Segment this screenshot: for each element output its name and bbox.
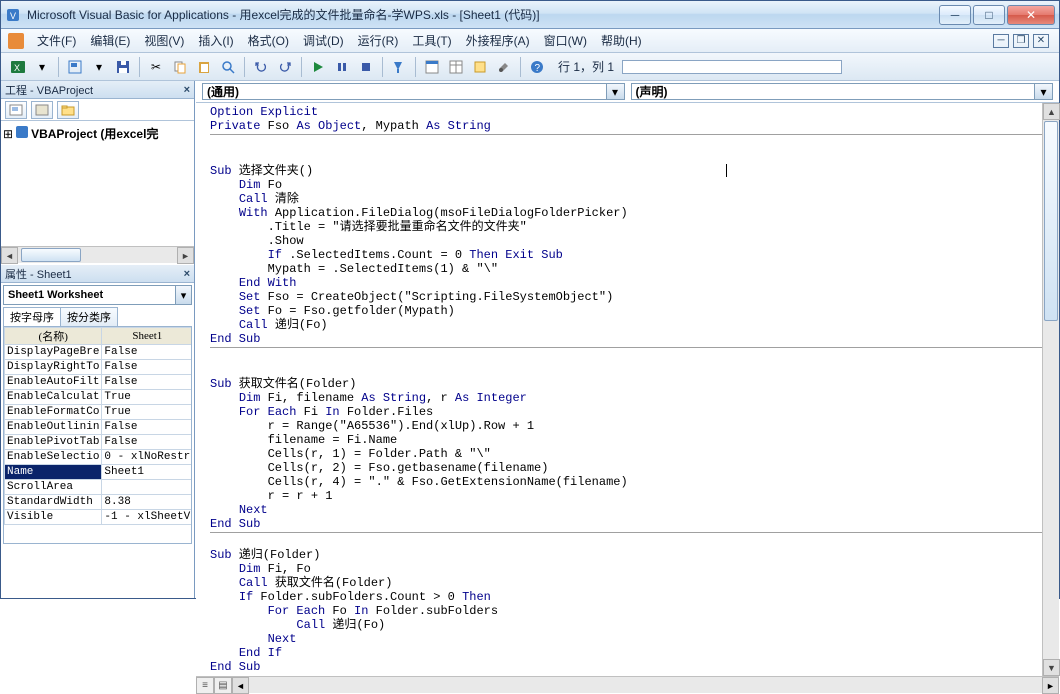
object-browser-icon[interactable]	[469, 56, 491, 78]
combo-arrow-icon[interactable]: ▾	[606, 84, 624, 99]
tree-expand-icon[interactable]: ⊞	[3, 127, 13, 141]
project-tree[interactable]: ⊞ VBAProject (用excel完	[1, 121, 194, 246]
property-grid[interactable]: (名称)Sheet1DisplayPageBreFalseDisplayRigh…	[3, 326, 192, 544]
reset-icon[interactable]	[355, 56, 377, 78]
procedure-combo-label: (声明)	[636, 83, 668, 100]
menu-view[interactable]: 视图(V)	[138, 30, 190, 51]
project-pane-close-button[interactable]: ×	[184, 84, 190, 96]
property-row[interactable]: EnableAutoFiltFalse	[5, 375, 193, 390]
progress-bar	[622, 60, 842, 74]
menu-tools[interactable]: 工具(T)	[406, 30, 457, 51]
project-root-label[interactable]: VBAProject (用excel完	[31, 125, 158, 142]
menu-help[interactable]: 帮助(H)	[595, 30, 648, 51]
editor-scroll-left-button[interactable]: ◄	[232, 677, 249, 694]
mdi-minimize-button[interactable]: ─	[993, 34, 1009, 48]
dropdown-arrow-icon[interactable]: ▾	[175, 286, 191, 304]
menu-window[interactable]: 窗口(W)	[538, 30, 593, 51]
object-combo[interactable]: (通用) ▾	[202, 83, 625, 100]
design-mode-icon[interactable]	[388, 56, 410, 78]
find-icon[interactable]	[217, 56, 239, 78]
editor-vscrollbar[interactable]: ▲ ▼	[1042, 103, 1059, 676]
project-pane-title: 工程 - VBAProject ×	[1, 81, 194, 99]
project-hscrollbar[interactable]: ◄ ►	[1, 246, 194, 263]
toggle-folders-button[interactable]	[57, 101, 79, 119]
project-pane-label: 工程 - VBAProject	[5, 82, 93, 98]
insert-module-icon[interactable]	[64, 56, 86, 78]
property-row[interactable]: DisplayPageBreFalse	[5, 345, 193, 360]
minimize-button[interactable]: ─	[939, 5, 971, 25]
mdi-close-button[interactable]: ✕	[1033, 34, 1049, 48]
vscroll-thumb[interactable]	[1044, 121, 1058, 321]
property-row[interactable]: EnableSelectio0 - xlNoRestr	[5, 450, 193, 465]
svg-text:?: ?	[535, 63, 541, 74]
mdi-restore-button[interactable]: ❐	[1013, 34, 1029, 48]
close-button[interactable]: ✕	[1007, 5, 1055, 25]
menu-file[interactable]: 文件(F)	[31, 30, 82, 51]
properties-pane-label: 属性 - Sheet1	[5, 266, 72, 282]
scroll-up-button[interactable]: ▲	[1043, 103, 1060, 120]
menu-debug[interactable]: 调试(D)	[297, 30, 350, 51]
procedure-view-button[interactable]: ≡	[196, 677, 214, 694]
app-icon: V	[5, 7, 21, 23]
property-row[interactable]: Visible-1 - xlSheetV	[5, 510, 193, 525]
dropdown2-icon[interactable]: ▾	[88, 56, 110, 78]
properties-pane-close-button[interactable]: ×	[184, 268, 190, 280]
menu-format[interactable]: 格式(O)	[242, 30, 295, 51]
procedure-combo[interactable]: (声明) ▾	[631, 83, 1054, 100]
editor-hscrollbar[interactable]: ≡ ▤ ◄ ►	[196, 676, 1059, 693]
menu-insert[interactable]: 插入(I)	[192, 30, 239, 51]
view-object-button[interactable]	[31, 101, 53, 119]
vba-project-icon	[15, 125, 29, 142]
cursor-position-label: 行 1，列 1	[558, 58, 614, 75]
toolbox-icon[interactable]	[493, 56, 515, 78]
maximize-button[interactable]: □	[973, 5, 1005, 25]
paste-icon[interactable]	[193, 56, 215, 78]
undo-icon[interactable]	[250, 56, 272, 78]
copy-icon[interactable]	[169, 56, 191, 78]
object-selector-label: Sheet1 Worksheet	[8, 289, 103, 301]
dropdown-icon[interactable]: ▾	[31, 56, 53, 78]
full-module-view-button[interactable]: ▤	[214, 677, 232, 694]
property-row[interactable]: EnablePivotTabFalse	[5, 435, 193, 450]
property-row[interactable]: NameSheet1	[5, 465, 193, 480]
properties-icon[interactable]	[445, 56, 467, 78]
scroll-left-button[interactable]: ◄	[1, 247, 18, 264]
menu-edit[interactable]: 编辑(E)	[84, 30, 136, 51]
redo-icon[interactable]	[274, 56, 296, 78]
property-row[interactable]: EnableFormatCoTrue	[5, 405, 193, 420]
tab-alphabetic[interactable]: 按字母序	[3, 307, 61, 326]
object-combo-label: (通用)	[207, 83, 239, 100]
titlebar: V Microsoft Visual Basic for Application…	[1, 1, 1059, 29]
property-row[interactable]: EnableOutlininFalse	[5, 420, 193, 435]
property-row[interactable]: DisplayRightToFalse	[5, 360, 193, 375]
project-explorer-icon[interactable]	[421, 56, 443, 78]
scroll-right-button[interactable]: ►	[177, 247, 194, 264]
object-selector[interactable]: Sheet1 Worksheet ▾	[3, 285, 192, 305]
svg-text:X: X	[14, 63, 20, 73]
property-row[interactable]: EnableCalculatTrue	[5, 390, 193, 405]
svg-text:V: V	[10, 11, 16, 21]
window-title: Microsoft Visual Basic for Applications …	[27, 6, 540, 23]
cut-icon[interactable]: ✂	[145, 56, 167, 78]
save-icon[interactable]	[112, 56, 134, 78]
view-code-button[interactable]	[5, 101, 27, 119]
property-row[interactable]: StandardWidth8.38	[5, 495, 193, 510]
tab-categorized[interactable]: 按分类序	[60, 307, 118, 326]
code-editor[interactable]: Option Explicit Private Fso As Object, M…	[196, 103, 1042, 676]
toolbar: X ▾ ▾ ✂ ? 行 1，列 1	[1, 53, 1059, 81]
property-row[interactable]: ScrollArea	[5, 480, 193, 495]
help-icon[interactable]: ?	[526, 56, 548, 78]
menu-addins[interactable]: 外接程序(A)	[460, 30, 536, 51]
run-icon[interactable]	[307, 56, 329, 78]
menubar: 文件(F) 编辑(E) 视图(V) 插入(I) 格式(O) 调试(D) 运行(R…	[1, 29, 1059, 53]
vba-icon	[7, 32, 25, 50]
scroll-thumb[interactable]	[21, 248, 81, 262]
break-icon[interactable]	[331, 56, 353, 78]
editor-scroll-right-button[interactable]: ►	[1042, 677, 1059, 694]
view-excel-icon[interactable]: X	[7, 56, 29, 78]
menu-run[interactable]: 运行(R)	[352, 30, 405, 51]
scroll-down-button[interactable]: ▼	[1043, 659, 1060, 676]
properties-pane-title: 属性 - Sheet1 ×	[1, 265, 194, 283]
combo-arrow-icon[interactable]: ▾	[1034, 84, 1052, 99]
